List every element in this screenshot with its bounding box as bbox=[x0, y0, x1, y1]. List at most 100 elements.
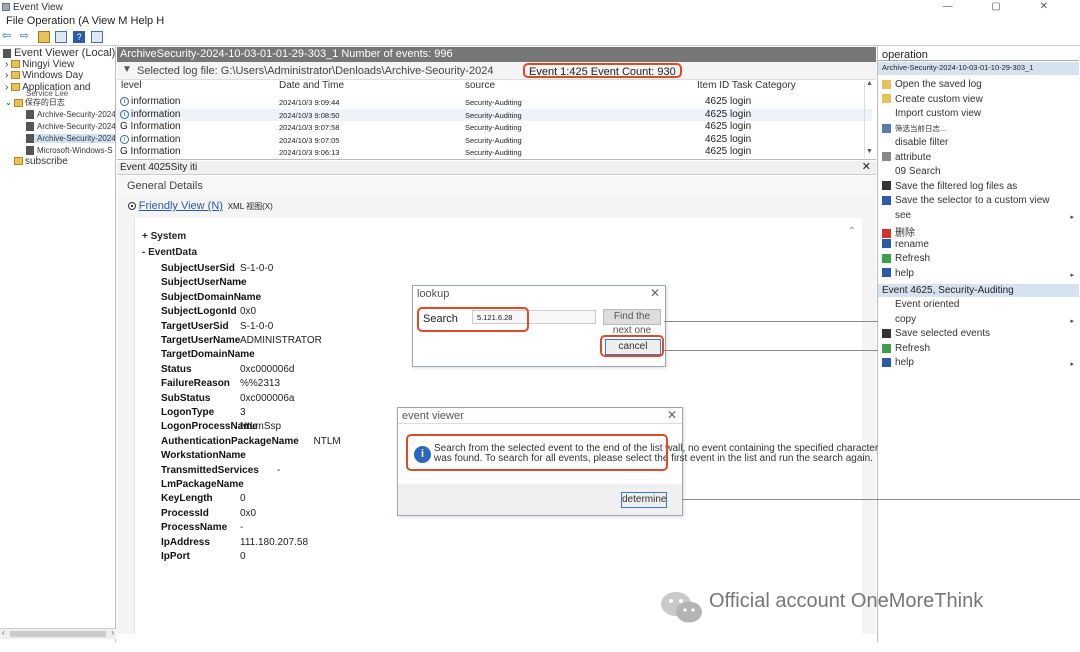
action-item[interactable]: 09 Search bbox=[882, 166, 941, 177]
action-item[interactable]: Open the saved log bbox=[882, 79, 982, 90]
tree-item-custom-views[interactable]: › Ningyi View bbox=[5, 59, 74, 70]
event-field: ProcessId bbox=[161, 508, 209, 519]
close-icon[interactable]: ✕ bbox=[862, 160, 871, 173]
table-row[interactable]: G Information 2024/10/3 9:07:58 Security… bbox=[117, 121, 872, 133]
column-header-level[interactable]: level bbox=[121, 80, 142, 91]
list-scrollbar[interactable]: ▲ ▼ bbox=[864, 80, 874, 158]
action-icon bbox=[882, 299, 891, 309]
tree-item-saved-logs[interactable]: ⌄ 保存的日志 bbox=[5, 97, 65, 108]
friendly-view-option[interactable]: Friendly View (N) bbox=[139, 200, 223, 212]
xml-view-option[interactable]: XML 视图(X) bbox=[228, 202, 273, 211]
action-icon bbox=[882, 195, 891, 205]
action-item[interactable]: 删除 bbox=[882, 224, 915, 239]
action-icon bbox=[882, 314, 891, 324]
tree-item-subscriptions[interactable]: subscribe bbox=[14, 156, 68, 167]
date-cell: 2024/10/3 9:06:13 bbox=[279, 148, 340, 157]
grid-icon[interactable] bbox=[55, 31, 68, 43]
field-value: NTLM bbox=[313, 435, 341, 447]
source-cell: Security-Auditing bbox=[465, 136, 522, 145]
radio-icon[interactable] bbox=[128, 202, 136, 211]
navigation-tree: Event Viewer (Local) › Ningyi View › Win… bbox=[0, 46, 116, 642]
action-item[interactable]: attribute bbox=[882, 152, 931, 163]
app-icon bbox=[2, 3, 10, 11]
collapse-icon[interactable]: ⌃ bbox=[848, 226, 856, 237]
table-row[interactable]: i information 2024/10/3 9:09:44 Security-… bbox=[117, 96, 872, 108]
table-row[interactable]: i information 2024/10/3 9:08:50 Security-… bbox=[117, 109, 872, 121]
scroll-right-icon[interactable]: › bbox=[111, 628, 114, 637]
find-input[interactable]: 5.121.6.28 bbox=[472, 310, 596, 324]
menu-bar[interactable]: File Operation (A View M Help H bbox=[0, 15, 1080, 29]
event-action-item[interactable]: Save selected events bbox=[882, 328, 990, 339]
tree-log-4[interactable]: Microsoft-Windows-S bbox=[26, 146, 113, 156]
horizontal-scrollbar[interactable]: ‹ › bbox=[0, 628, 116, 639]
folder-icon[interactable] bbox=[37, 31, 50, 43]
action-item[interactable]: Refresh bbox=[882, 253, 930, 264]
action-icon bbox=[882, 94, 891, 104]
scroll-down-icon[interactable]: ▼ bbox=[866, 148, 873, 155]
event-action-item[interactable]: help bbox=[882, 357, 914, 368]
action-icon bbox=[882, 343, 891, 353]
field-key: SubjectDomainName bbox=[161, 291, 262, 303]
tree-item-label: Ningyi View bbox=[22, 59, 75, 70]
column-header-task[interactable]: Item ID Task Category bbox=[697, 80, 796, 91]
scroll-thumb[interactable] bbox=[10, 631, 106, 637]
action-icon bbox=[882, 358, 891, 368]
table-row[interactable]: G Information 2024/10/3 9:06:13 Security… bbox=[117, 146, 872, 158]
action-item[interactable]: Save the filtered log files as bbox=[882, 181, 1017, 192]
tree-root[interactable]: Event Viewer (Local) bbox=[3, 47, 115, 59]
tree-log-3[interactable]: Archive-Security-2024 bbox=[26, 134, 115, 144]
action-item[interactable]: Import custom view bbox=[882, 108, 981, 119]
event-field: TargetUserSid bbox=[161, 321, 229, 332]
event-action-item[interactable]: copy bbox=[882, 314, 916, 325]
field-key: TargetUserName bbox=[161, 335, 241, 346]
scroll-left-icon[interactable]: ‹ bbox=[2, 628, 5, 637]
field-value: - bbox=[240, 277, 244, 289]
tree-item-windows-logs[interactable]: › Windows Day bbox=[5, 70, 83, 81]
close-icon[interactable]: ✕ bbox=[667, 408, 677, 422]
action-item[interactable]: Save the selector to a custom view bbox=[882, 195, 1050, 206]
column-header-date[interactable]: Date and Time bbox=[279, 80, 344, 91]
cancel-button[interactable]: cancel bbox=[605, 339, 661, 355]
action-label: help bbox=[895, 267, 914, 279]
action-item[interactable]: 筛选当前日志... bbox=[882, 123, 946, 134]
menu-text[interactable]: File Operation (A View M Help H bbox=[6, 15, 164, 27]
close-icon[interactable]: ✕ bbox=[650, 286, 660, 300]
system-node[interactable]: + System bbox=[142, 231, 186, 242]
action-label: 筛选当前日志... bbox=[895, 123, 947, 133]
date-cell: 2024/10/3 9:08:50 bbox=[279, 111, 340, 120]
event-action-item[interactable]: Event oriented bbox=[882, 299, 960, 310]
task-cell: 4625 login bbox=[705, 134, 752, 145]
level-cell: i information bbox=[120, 96, 180, 107]
scroll-up-icon[interactable]: ▲ bbox=[866, 80, 873, 87]
tree-log-2[interactable]: Archive-Security-2024 bbox=[26, 122, 115, 132]
event-list: level Date and Time source Item ID Task … bbox=[117, 80, 876, 160]
action-item[interactable]: Create custom view bbox=[882, 94, 983, 105]
field-value: ADMINISTRATOR bbox=[240, 335, 322, 346]
find-label: Search bbox=[423, 313, 458, 325]
ok-button[interactable]: determine bbox=[621, 492, 667, 508]
action-item[interactable]: rename bbox=[882, 239, 929, 250]
forward-arrow-icon[interactable]: ⇨ bbox=[20, 31, 32, 43]
column-header-source[interactable]: source bbox=[465, 80, 495, 91]
task-cell: 4625 login bbox=[705, 121, 752, 132]
date-cell: 2024/10/3 9:07:05 bbox=[279, 136, 340, 145]
find-next-button[interactable]: Find the next one bbox=[603, 309, 661, 336]
tree-log-1[interactable]: Archive-Security-2024 bbox=[26, 110, 115, 120]
back-arrow-icon[interactable]: ⇦ bbox=[2, 31, 14, 43]
action-item[interactable]: see bbox=[882, 210, 911, 221]
field-value: 3 bbox=[240, 407, 246, 418]
action-item[interactable]: disable filter bbox=[882, 137, 948, 148]
field-key: SubjectUserSid bbox=[161, 263, 235, 274]
help-icon[interactable]: ? bbox=[73, 31, 86, 43]
panel-icon[interactable] bbox=[90, 31, 103, 43]
action-label: Import custom view bbox=[895, 108, 982, 119]
event-action-item[interactable]: Refresh bbox=[882, 343, 930, 354]
event-field: KeyLength bbox=[161, 493, 213, 504]
eventdata-node[interactable]: - EventData bbox=[142, 247, 197, 258]
tab-general-details[interactable]: General Details bbox=[127, 180, 203, 192]
table-row[interactable]: i information 2024/10/3 9:07:05 Security-… bbox=[117, 134, 872, 146]
field-value: - bbox=[240, 479, 244, 490]
action-icon bbox=[882, 210, 891, 220]
window-controls[interactable]: — ▢ ✕ bbox=[943, 1, 1066, 12]
action-item[interactable]: help bbox=[882, 268, 914, 279]
